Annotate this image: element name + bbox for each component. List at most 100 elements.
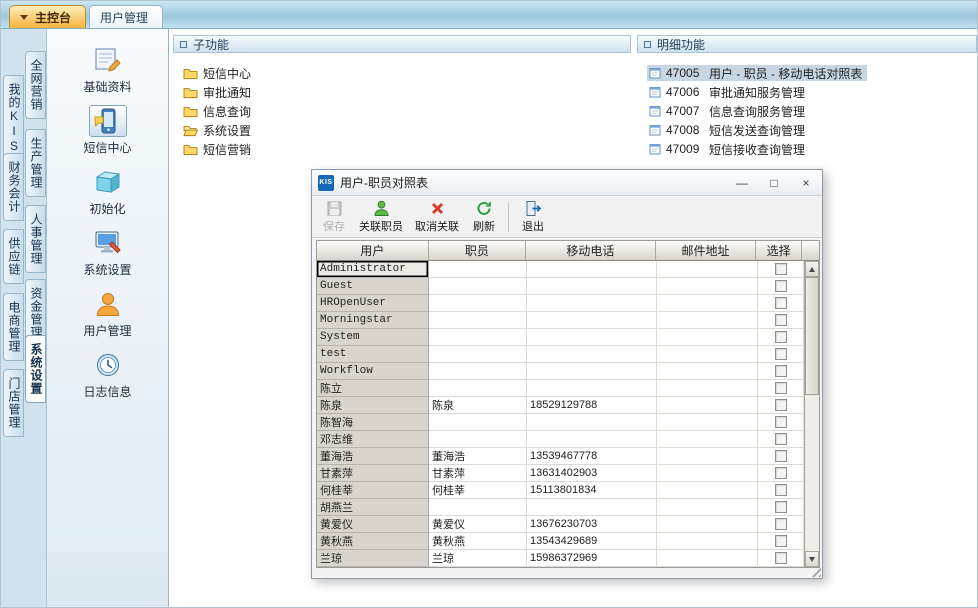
resize-grip[interactable] — [808, 564, 821, 577]
row-checkbox[interactable] — [775, 365, 787, 377]
cell-email[interactable] — [657, 295, 758, 312]
cell-user[interactable]: System — [317, 329, 429, 346]
row-checkbox[interactable] — [775, 450, 787, 462]
side-tab-2[interactable]: 供应链 — [3, 229, 24, 284]
side-tab-6[interactable]: 生产管理 — [25, 129, 46, 197]
cell-user[interactable]: HROpenUser — [317, 295, 429, 312]
cell-employee[interactable]: 陈泉 — [429, 397, 527, 414]
cell-phone[interactable]: 13543429689 — [527, 533, 657, 550]
cell-phone[interactable] — [527, 346, 657, 363]
cell-email[interactable] — [657, 533, 758, 550]
side-tab-4[interactable]: 门店管理 — [3, 369, 24, 437]
cell-user[interactable]: Administrator — [317, 261, 429, 278]
side-tab-7[interactable]: 人事管理 — [25, 205, 46, 273]
detail-item-1[interactable]: 47006审批通知服务管理 — [647, 84, 810, 100]
tree-item-1[interactable]: 审批通知 — [183, 84, 631, 100]
cell-employee[interactable]: 兰琼 — [429, 550, 527, 567]
cell-email[interactable] — [657, 465, 758, 482]
cell-employee[interactable] — [429, 363, 527, 380]
cell-user[interactable]: Workflow — [317, 363, 429, 380]
scroll-track[interactable] — [805, 277, 819, 551]
module-item-4[interactable]: 用户管理 — [56, 285, 160, 342]
cell-employee[interactable]: 黄秋燕 — [429, 533, 527, 550]
cell-user[interactable]: 黄爱仪 — [317, 516, 429, 533]
cell-user[interactable]: 兰琼 — [317, 550, 429, 567]
module-item-5[interactable]: 日志信息 — [56, 346, 160, 403]
cell-select[interactable] — [758, 431, 804, 448]
tab-main-console[interactable]: 主控台 — [9, 5, 86, 28]
cell-select[interactable] — [758, 397, 804, 414]
table-scrollbar[interactable] — [804, 261, 819, 567]
row-checkbox[interactable] — [775, 552, 787, 564]
cell-user[interactable]: 陈立 — [317, 380, 429, 397]
cell-phone[interactable]: 13631402903 — [527, 465, 657, 482]
cell-email[interactable] — [657, 414, 758, 431]
dialog-titlebar[interactable]: KIS 用户-职员对照表 —□× — [312, 170, 822, 196]
cell-phone[interactable]: 18529129788 — [527, 397, 657, 414]
row-checkbox[interactable] — [775, 297, 787, 309]
cell-email[interactable] — [657, 550, 758, 567]
cell-phone[interactable] — [527, 414, 657, 431]
cell-employee[interactable] — [429, 295, 527, 312]
tree-item-2[interactable]: 信息查询 — [183, 103, 631, 119]
row-checkbox[interactable] — [775, 518, 787, 530]
cell-email[interactable] — [657, 346, 758, 363]
cell-phone[interactable] — [527, 261, 657, 278]
module-item-3[interactable]: 系统设置 — [56, 224, 160, 281]
row-checkbox[interactable] — [775, 433, 787, 445]
toolbar-exit-button[interactable]: 退出 — [515, 198, 551, 236]
cell-email[interactable] — [657, 380, 758, 397]
row-checkbox[interactable] — [775, 331, 787, 343]
row-checkbox[interactable] — [775, 348, 787, 360]
cell-phone[interactable] — [527, 329, 657, 346]
cell-phone[interactable] — [527, 278, 657, 295]
cell-select[interactable] — [758, 346, 804, 363]
cell-select[interactable] — [758, 550, 804, 567]
cell-employee[interactable]: 黄爱仪 — [429, 516, 527, 533]
cell-select[interactable] — [758, 278, 804, 295]
cell-email[interactable] — [657, 397, 758, 414]
row-checkbox[interactable] — [775, 314, 787, 326]
row-checkbox[interactable] — [775, 416, 787, 428]
cell-employee[interactable] — [429, 261, 527, 278]
cell-employee[interactable] — [429, 499, 527, 516]
cell-email[interactable] — [657, 516, 758, 533]
cell-email[interactable] — [657, 261, 758, 278]
cell-select[interactable] — [758, 295, 804, 312]
cell-select[interactable] — [758, 329, 804, 346]
side-tab-5[interactable]: 全网营销 — [25, 51, 46, 119]
toolbar-refresh-button[interactable]: 刷新 — [466, 198, 502, 236]
cell-user[interactable]: 黄秋燕 — [317, 533, 429, 550]
cell-user[interactable]: 邓志维 — [317, 431, 429, 448]
close-button[interactable]: × — [790, 170, 822, 195]
cell-phone[interactable]: 15986372969 — [527, 550, 657, 567]
cell-phone[interactable] — [527, 431, 657, 448]
cell-email[interactable] — [657, 312, 758, 329]
cell-select[interactable] — [758, 482, 804, 499]
detail-item-3[interactable]: 47008短信发送查询管理 — [647, 122, 810, 138]
side-tab-0[interactable]: 我的KIS — [3, 75, 24, 162]
cell-employee[interactable]: 何桂莘 — [429, 482, 527, 499]
toolbar-save-button[interactable]: 保存 — [316, 198, 352, 236]
cell-email[interactable] — [657, 278, 758, 295]
cell-employee[interactable]: 甘素萍 — [429, 465, 527, 482]
cell-user[interactable]: 甘素萍 — [317, 465, 429, 482]
module-item-1[interactable]: 短信中心 — [56, 102, 160, 159]
scroll-down-button[interactable] — [805, 551, 819, 567]
cell-employee[interactable] — [429, 380, 527, 397]
row-checkbox[interactable] — [775, 399, 787, 411]
cell-employee[interactable] — [429, 431, 527, 448]
toolbar-unlink-button[interactable]: 取消关联 — [410, 198, 464, 236]
scroll-up-button[interactable] — [805, 261, 819, 277]
tree-item-0[interactable]: 短信中心 — [183, 65, 631, 81]
cell-select[interactable] — [758, 312, 804, 329]
detail-item-0[interactable]: 47005用户 - 职员 - 移动电话对照表 — [647, 65, 867, 81]
row-checkbox[interactable] — [775, 382, 787, 394]
minimize-button[interactable]: — — [726, 170, 758, 195]
column-header-0[interactable]: 用户 — [317, 241, 429, 261]
cell-select[interactable] — [758, 363, 804, 380]
side-tab-9[interactable]: 系统设置 — [25, 335, 46, 403]
cell-email[interactable] — [657, 329, 758, 346]
cell-employee[interactable] — [429, 312, 527, 329]
row-checkbox[interactable] — [775, 501, 787, 513]
